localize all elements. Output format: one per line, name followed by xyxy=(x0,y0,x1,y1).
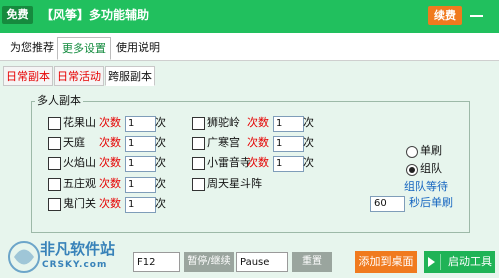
count-unit: 次 xyxy=(155,197,166,210)
pause-resume-button[interactable]: 暂停/继续 xyxy=(184,252,234,272)
hotkey-pause-field[interactable]: Pause xyxy=(236,252,288,272)
count-label: 次数 xyxy=(247,156,269,169)
minimize-icon xyxy=(470,15,483,17)
button-divider xyxy=(440,254,441,270)
dungeon-label-guimenguan: 鬼门关 xyxy=(63,197,96,210)
radio-team-label: 组队 xyxy=(420,162,442,175)
count-label: 次数 xyxy=(99,197,121,210)
count-input-guanghangong[interactable]: 1 xyxy=(273,136,304,152)
renew-button[interactable]: 续费 xyxy=(428,6,462,25)
count-unit: 次 xyxy=(155,177,166,190)
count-unit: 次 xyxy=(155,156,166,169)
subtab-cross-server-dungeon[interactable]: 跨服副本 xyxy=(105,66,155,86)
add-to-desktop-button[interactable]: 添加到桌面 xyxy=(355,251,417,273)
free-badge: 免费 xyxy=(2,6,33,24)
start-tool-button[interactable]: 启动工具 xyxy=(424,251,495,273)
checkbox-huoyanshan[interactable] xyxy=(48,157,61,170)
checkbox-huaguoshan[interactable] xyxy=(48,117,61,130)
checkbox-tianting[interactable] xyxy=(48,137,61,150)
subtab-daily-activity[interactable]: 日常活动 xyxy=(54,66,104,86)
count-input-huaguoshan[interactable]: 1 xyxy=(125,116,156,132)
dungeon-label-huoyanshan: 火焰山 xyxy=(63,156,96,169)
reset-button[interactable]: 重置 xyxy=(292,252,332,272)
count-input-shituoling[interactable]: 1 xyxy=(273,116,304,132)
checkbox-shituoling[interactable] xyxy=(192,117,205,130)
dungeon-label-guanghangong: 广寒宫 xyxy=(207,136,240,149)
checkbox-guimenguan[interactable] xyxy=(48,198,61,211)
count-label: 次数 xyxy=(247,116,269,129)
checkbox-guanghangong[interactable] xyxy=(192,137,205,150)
hotkey-start-field[interactable]: F12 xyxy=(133,252,180,272)
checkbox-zhoutianxingdouzhen[interactable] xyxy=(192,178,205,191)
wait-seconds-input[interactable]: 60 xyxy=(370,196,405,212)
start-tool-label: 启动工具 xyxy=(448,255,492,268)
radio-single[interactable] xyxy=(406,146,418,158)
dungeon-label-zhoutianxingdouzhen: 周天星斗阵 xyxy=(207,177,262,190)
count-unit: 次 xyxy=(155,136,166,149)
tab-instructions[interactable]: 使用说明 xyxy=(112,37,164,60)
count-unit: 次 xyxy=(303,136,314,149)
count-label: 次数 xyxy=(247,136,269,149)
count-label: 次数 xyxy=(99,177,121,190)
play-icon xyxy=(428,257,435,267)
dungeon-label-huaguoshan: 花果山 xyxy=(63,116,96,129)
group-title: 多人副本 xyxy=(35,94,83,108)
count-input-guimenguan[interactable]: 1 xyxy=(125,197,156,213)
wait-suffix-label: 秒后单刷 xyxy=(409,196,453,209)
dungeon-label-tianting: 天庭 xyxy=(63,136,85,149)
count-label: 次数 xyxy=(99,136,121,149)
dungeon-label-xiaoleiyinsi: 小雷音寺 xyxy=(207,156,251,169)
title-bar: 免费 【风筝】多功能辅助 续费 xyxy=(0,0,499,33)
count-input-tianting[interactable]: 1 xyxy=(125,136,156,152)
watermark-name: 非凡软件站 xyxy=(40,240,116,258)
checkbox-wuzhuangguan[interactable] xyxy=(48,178,61,191)
count-input-huoyanshan[interactable]: 1 xyxy=(125,156,156,172)
count-label: 次数 xyxy=(99,156,121,169)
team-wait-label: 组队等待 xyxy=(404,180,448,193)
radio-team[interactable] xyxy=(406,164,418,176)
radio-single-label: 单刷 xyxy=(420,144,442,157)
app-title: 【风筝】多功能辅助 xyxy=(41,8,150,22)
dungeon-label-shituoling: 狮驼岭 xyxy=(207,116,240,129)
checkbox-xiaoleiyinsi[interactable] xyxy=(192,157,205,170)
count-label: 次数 xyxy=(99,116,121,129)
subtab-daily-dungeon[interactable]: 日常副本 xyxy=(3,66,53,86)
dungeon-label-wuzhuangguan: 五庄观 xyxy=(63,177,96,190)
watermark-url: CRSKY.com xyxy=(42,260,108,270)
main-tab-bar: 为您推荐 更多设置 使用说明 xyxy=(0,33,499,61)
tab-more-settings[interactable]: 更多设置 xyxy=(57,37,111,60)
count-input-xiaoleiyinsi[interactable]: 1 xyxy=(273,156,304,172)
tab-recommend[interactable]: 为您推荐 xyxy=(6,37,58,60)
count-input-wuzhuangguan[interactable]: 1 xyxy=(125,177,156,193)
count-unit: 次 xyxy=(155,116,166,129)
count-unit: 次 xyxy=(303,116,314,129)
count-unit: 次 xyxy=(303,156,314,169)
